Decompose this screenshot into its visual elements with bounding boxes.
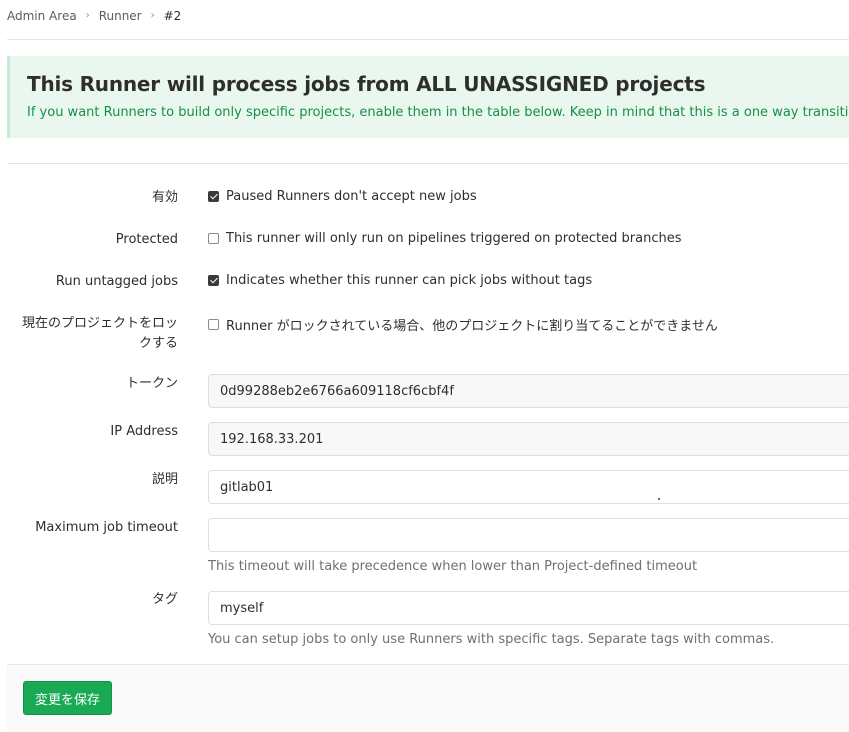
ip-address-value: 192.168.33.201 (220, 431, 324, 447)
locked-checkbox[interactable] (208, 319, 219, 330)
ip-address-label: IP Address (110, 424, 178, 439)
locked-label-line1: 現在のプロジェクトをロッ (21, 316, 178, 331)
protected-checkbox-text: This runner will only run on pipelines t… (226, 231, 682, 246)
breadcrumb-runner[interactable]: Runner (99, 9, 142, 23)
chevron-right-icon: › (150, 9, 155, 21)
active-option[interactable]: Paused Runners don't accept new jobs (208, 189, 477, 204)
max-timeout-field[interactable] (208, 518, 849, 552)
banner-text: If you want Runners to build only specif… (27, 105, 849, 120)
locked-label: 現在のプロジェクトをロッ クする (6, 314, 178, 354)
info-banner: This Runner will process jobs from ALL U… (7, 56, 849, 138)
active-checkbox[interactable] (208, 191, 219, 202)
protected-checkbox[interactable] (208, 233, 219, 244)
description-value: gitlab01 (220, 479, 274, 495)
save-button[interactable]: 変更を保存 (23, 681, 113, 715)
run-untagged-checkbox[interactable] (208, 275, 219, 286)
active-checkbox-text: Paused Runners don't accept new jobs (226, 189, 477, 204)
active-label: 有効 (151, 190, 178, 205)
tags-help: You can setup jobs to only use Runners w… (208, 632, 775, 647)
run-untagged-checkbox-text: Indicates whether this runner can pick j… (226, 273, 593, 288)
tags-field[interactable]: myself (208, 591, 849, 625)
ip-address-field[interactable]: 192.168.33.201 (208, 422, 849, 456)
protected-option[interactable]: This runner will only run on pipelines t… (208, 231, 682, 246)
stray-dot (658, 498, 660, 500)
token-value: 0d99288eb2e6766a609118cf6cbf4f (220, 383, 454, 399)
breadcrumb-current[interactable]: #2 (164, 9, 182, 23)
run-untagged-label: Run untagged jobs (55, 274, 178, 289)
max-timeout-help: This timeout will take precedence when l… (208, 559, 698, 574)
locked-label-line2: クする (138, 336, 178, 351)
banner-title: This Runner will process jobs from ALL U… (27, 72, 706, 96)
breadcrumb: Admin Area › Runner › #2 (7, 9, 181, 23)
tags-value: myself (220, 600, 264, 616)
divider (7, 39, 849, 40)
chevron-right-icon: › (85, 9, 90, 21)
token-field[interactable]: 0d99288eb2e6766a609118cf6cbf4f (208, 374, 849, 408)
protected-label: Protected (115, 232, 178, 247)
form-actions (7, 664, 849, 732)
token-label: トークン (125, 376, 178, 391)
max-timeout-label: Maximum job timeout (35, 520, 178, 535)
runner-edit-page: Admin Area › Runner › #2 This Runner wil… (0, 0, 849, 732)
run-untagged-option[interactable]: Indicates whether this runner can pick j… (208, 273, 592, 288)
divider (7, 163, 849, 164)
locked-checkbox-text: Runner がロックされている場合、他のプロジェクトに割り当てることができませ… (226, 319, 718, 334)
tags-label: タグ (151, 592, 178, 607)
breadcrumb-admin-area[interactable]: Admin Area (7, 9, 77, 23)
description-field[interactable]: gitlab01 (208, 470, 849, 504)
description-label: 説明 (151, 472, 178, 487)
locked-option[interactable]: Runner がロックされている場合、他のプロジェクトに割り当てることができませ… (208, 315, 718, 334)
